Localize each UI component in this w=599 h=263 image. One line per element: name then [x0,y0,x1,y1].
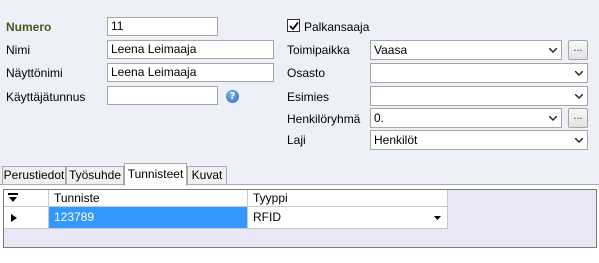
esimies-combo[interactable] [370,86,588,106]
laji-value: Henkilöt [374,133,418,147]
tab-tyosuhde[interactable]: Työsuhde [66,166,124,185]
table-cell-tunniste[interactable]: 123789 [49,207,248,229]
henkiloryhma-browse-button[interactable]: ... [568,108,588,128]
esimies-label: Esimies [287,90,330,104]
grid-header-tunniste[interactable]: Tunniste [49,190,248,207]
numero-label: Numero [6,20,52,34]
kayttajatunnus-label: Käyttäjätunnus [6,90,86,104]
toimipaikka-combo[interactable]: Vaasa [370,40,562,60]
tunnisteet-grid[interactable]: Tunniste Tyyppi 123789 RFID [3,189,597,248]
chevron-down-icon[interactable] [571,64,587,82]
henkiloryhma-combo[interactable]: 0. [370,108,562,128]
tab-tunnisteet[interactable]: Tunnisteet [124,163,187,186]
nimi-label: Nimi [6,43,30,57]
palkansaaja-checkbox[interactable] [287,19,300,32]
grid-header-tyyppi[interactable]: Tyyppi [248,190,448,207]
toimipaikka-value: Vaasa [374,43,408,57]
chevron-down-icon[interactable] [571,131,587,149]
checkmark-icon [289,21,299,31]
tab-perustiedot[interactable]: Perustiedot [2,166,66,185]
chevron-down-icon[interactable] [545,41,561,59]
grid-header-selector[interactable] [4,190,49,207]
tab-panel-tunnisteet: Tunniste Tyyppi 123789 RFID [0,184,599,263]
chevron-down-icon[interactable] [545,109,561,127]
nayttonimi-field[interactable]: Leena Leimaaja [107,63,274,82]
osasto-label: Osasto [287,66,326,80]
table-cell-tyyppi[interactable]: RFID [248,207,448,229]
tab-kuvat[interactable]: Kuvat [187,166,227,185]
tab-strip: Perustiedot Työsuhde Tunnisteet Kuvat [0,163,599,186]
toimipaikka-browse-button[interactable]: ... [568,40,588,60]
row-indicator[interactable] [4,207,49,229]
kayttajatunnus-field[interactable] [107,86,218,105]
nayttonimi-label: Näyttönimi [6,66,63,80]
numero-field[interactable]: 11 [107,17,218,36]
filter-icon [8,193,18,202]
nimi-field[interactable]: Leena Leimaaja [107,40,274,59]
chevron-down-icon[interactable] [571,87,587,105]
henkiloryhma-label: Henkilöryhmä [287,112,361,126]
laji-label: Laji [287,133,306,147]
henkiloryhma-value: 0. [374,111,385,125]
toimipaikka-label: Toimipaikka [287,43,350,57]
dropdown-arrow-icon[interactable] [434,216,441,220]
laji-combo[interactable]: Henkilöt [370,130,588,150]
tyyppi-value: RFID [253,210,281,224]
current-row-arrow-icon [11,214,17,222]
palkansaaja-label: Palkansaaja [304,20,370,34]
osasto-combo[interactable] [370,63,588,83]
help-icon[interactable]: ? [226,90,239,103]
